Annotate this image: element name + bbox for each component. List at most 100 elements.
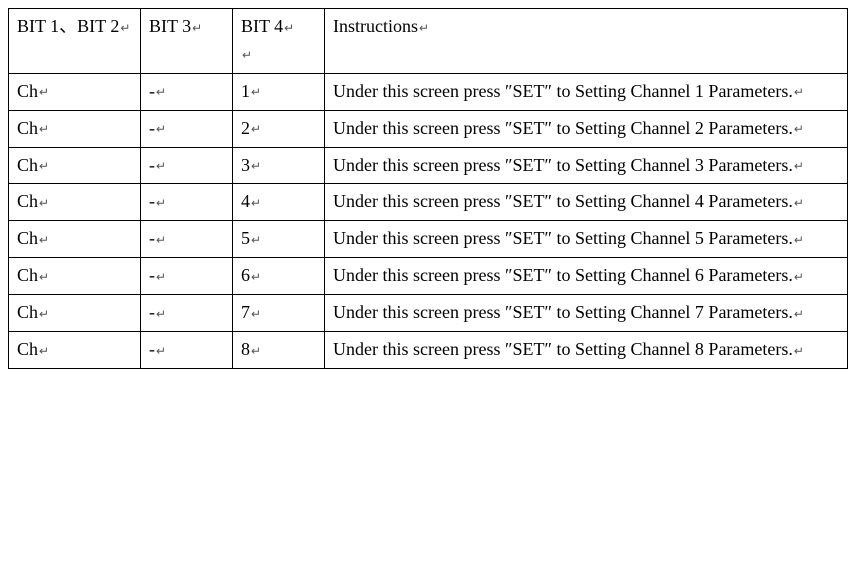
paragraph-mark-icon: ↵	[38, 307, 49, 321]
cell-bit1-bit2: Ch↵	[9, 221, 141, 258]
paragraph-mark-icon: ↵	[38, 270, 49, 284]
paragraph-mark-icon: ↵	[191, 21, 202, 35]
paragraph-mark-icon: ↵	[38, 85, 49, 99]
cell-text: Under this screen press ″SET″ to Setting…	[333, 81, 793, 101]
paragraph-mark-icon: ↵	[38, 233, 49, 247]
cell-bit1-bit2: Ch↵	[9, 73, 141, 110]
cell-bit4: 8↵	[233, 332, 325, 369]
cell-instructions: Under this screen press ″SET″ to Setting…	[325, 221, 848, 258]
cell-bit4: 5↵	[233, 221, 325, 258]
cell-text: Ch	[17, 155, 38, 175]
cell-bit1-bit2: Ch↵	[9, 332, 141, 369]
paragraph-mark-icon: ↵	[250, 233, 261, 247]
cell-text: Ch	[17, 118, 38, 138]
cell-text: 8	[241, 339, 250, 359]
cell-instructions: Under this screen press ″SET″ to Setting…	[325, 184, 848, 221]
cell-bit4: 4↵	[233, 184, 325, 221]
cell-text: 2	[241, 118, 250, 138]
cell-bit3: -↵	[141, 110, 233, 147]
paragraph-mark-icon: ↵	[250, 159, 261, 173]
cell-bit4: 6↵	[233, 258, 325, 295]
cell-bit3: -↵	[141, 147, 233, 184]
cell-text: 3	[241, 155, 250, 175]
paragraph-mark-icon: ↵	[38, 159, 49, 173]
paragraph-mark-icon: ↵	[155, 270, 166, 284]
cell-text: Under this screen press ″SET″ to Setting…	[333, 265, 793, 285]
table-header-row: BIT 1、BIT 2↵ BIT 3↵ BIT 4↵ ↵ Instruction…	[9, 9, 848, 74]
paragraph-mark-icon: ↵	[793, 122, 804, 136]
table-row: Ch↵-↵8↵Under this screen press ″SET″ to …	[9, 332, 848, 369]
cell-text: 7	[241, 302, 250, 322]
paragraph-mark-icon: ↵	[119, 21, 130, 35]
header-bit3: BIT 3↵	[141, 9, 233, 74]
table-row: Ch↵-↵7↵Under this screen press ″SET″ to …	[9, 295, 848, 332]
paragraph-mark-icon: ↵	[155, 122, 166, 136]
cell-text: Under this screen press ″SET″ to Setting…	[333, 118, 793, 138]
table-row: Ch↵-↵4↵Under this screen press ″SET″ to …	[9, 184, 848, 221]
paragraph-mark-icon: ↵	[38, 122, 49, 136]
header-bit1-bit2-text: BIT 1、BIT 2	[17, 16, 119, 36]
cell-instructions: Under this screen press ″SET″ to Setting…	[325, 73, 848, 110]
cell-bit4: 1↵	[233, 73, 325, 110]
cell-bit3: -↵	[141, 258, 233, 295]
paragraph-mark-icon: ↵	[793, 85, 804, 99]
header-bit1-bit2: BIT 1、BIT 2↵	[9, 9, 141, 74]
paragraph-mark-icon: ↵	[155, 344, 166, 358]
cell-text: Ch	[17, 191, 38, 211]
cell-text: Ch	[17, 302, 38, 322]
cell-instructions: Under this screen press ″SET″ to Setting…	[325, 295, 848, 332]
paragraph-mark-icon: ↵	[155, 196, 166, 210]
paragraph-mark-icon: ↵	[250, 344, 261, 358]
cell-instructions: Under this screen press ″SET″ to Setting…	[325, 332, 848, 369]
cell-bit3: -↵	[141, 221, 233, 258]
paragraph-mark-icon: ↵	[250, 122, 261, 136]
table-row: Ch↵-↵3↵Under this screen press ″SET″ to …	[9, 147, 848, 184]
paragraph-mark-icon: ↵	[283, 21, 294, 35]
table-row: Ch↵-↵6↵Under this screen press ″SET″ to …	[9, 258, 848, 295]
header-instructions-text: Instructions	[333, 16, 418, 36]
paragraph-mark-icon: ↵	[793, 233, 804, 247]
cell-text: 5	[241, 228, 250, 248]
cell-text: Under this screen press ″SET″ to Setting…	[333, 339, 793, 359]
cell-bit3: -↵	[141, 332, 233, 369]
paragraph-mark-icon: ↵	[155, 233, 166, 247]
cell-text: Ch	[17, 81, 38, 101]
table-row: Ch↵-↵5↵Under this screen press ″SET″ to …	[9, 221, 848, 258]
cell-text: 4	[241, 191, 250, 211]
paragraph-mark-icon: ↵	[793, 307, 804, 321]
cell-instructions: Under this screen press ″SET″ to Setting…	[325, 110, 848, 147]
cell-bit3: -↵	[141, 295, 233, 332]
table-row: Ch↵-↵1↵Under this screen press ″SET″ to …	[9, 73, 848, 110]
cell-text: Ch	[17, 265, 38, 285]
cell-text: Under this screen press ″SET″ to Setting…	[333, 302, 793, 322]
paragraph-mark-icon: ↵	[38, 196, 49, 210]
paragraph-mark-icon: ↵	[793, 196, 804, 210]
header-instructions: Instructions↵	[325, 9, 848, 74]
bit-instructions-table: BIT 1、BIT 2↵ BIT 3↵ BIT 4↵ ↵ Instruction…	[8, 8, 848, 369]
cell-bit3: -↵	[141, 184, 233, 221]
cell-bit4: 7↵	[233, 295, 325, 332]
header-bit3-text: BIT 3	[149, 16, 191, 36]
cell-text: Under this screen press ″SET″ to Setting…	[333, 191, 793, 211]
table-body: Ch↵-↵1↵Under this screen press ″SET″ to …	[9, 73, 848, 368]
header-bit4: BIT 4↵ ↵	[233, 9, 325, 74]
paragraph-mark-icon: ↵	[793, 344, 804, 358]
header-bit4-text: BIT 4	[241, 16, 283, 36]
cell-bit3: -↵	[141, 73, 233, 110]
paragraph-mark-icon: ↵	[418, 21, 429, 35]
cell-bit1-bit2: Ch↵	[9, 184, 141, 221]
cell-text: Ch	[17, 339, 38, 359]
paragraph-mark-icon: ↵	[155, 159, 166, 173]
cell-text: 6	[241, 265, 250, 285]
cell-instructions: Under this screen press ″SET″ to Setting…	[325, 147, 848, 184]
cell-bit1-bit2: Ch↵	[9, 258, 141, 295]
cell-bit1-bit2: Ch↵	[9, 147, 141, 184]
paragraph-mark-icon: ↵	[793, 270, 804, 284]
paragraph-mark-icon: ↵	[250, 85, 261, 99]
cell-bit1-bit2: Ch↵	[9, 110, 141, 147]
cell-bit4: 3↵	[233, 147, 325, 184]
cell-text: Under this screen press ″SET″ to Setting…	[333, 155, 793, 175]
cell-instructions: Under this screen press ″SET″ to Setting…	[325, 258, 848, 295]
cell-text: Ch	[17, 228, 38, 248]
paragraph-mark-icon: ↵	[793, 159, 804, 173]
